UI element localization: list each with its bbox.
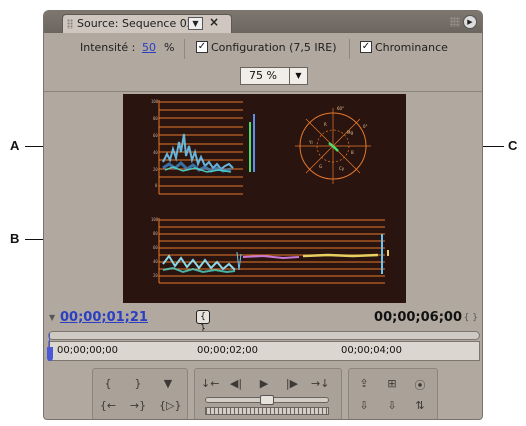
scope-svg: 1008060 40200 RMg BCy GYl 60°0° 1008060 … [123, 94, 406, 303]
svg-text:R: R [324, 122, 327, 127]
scope-display: 100 80 60 40 20 0 R Mg B Cy G Yl 60° 0° … [123, 94, 406, 303]
intensity-unit: % [164, 41, 175, 54]
mark-out-icon[interactable]: } [129, 377, 147, 390]
export-frame-icon[interactable]: ⇪ [355, 377, 373, 390]
source-monitor-panel: Source: Sequence 02 ▼ × ▶ Intensité : 50… [43, 10, 483, 420]
svg-text:0°: 0° [363, 124, 368, 129]
duration-bracket-icon: { } [463, 313, 478, 323]
zoom-select[interactable]: 75 % ▼ [240, 67, 308, 85]
drop-frame-icon[interactable]: { } [196, 310, 210, 334]
svg-text:G: G [319, 164, 322, 169]
svg-text:80: 80 [153, 116, 158, 121]
tab-title: Source: Sequence 02 [77, 17, 194, 30]
current-timecode[interactable]: 00;00;01;21 [60, 310, 148, 325]
svg-text:B: B [351, 150, 354, 155]
playhead[interactable] [47, 333, 53, 363]
step-back-edit-icon[interactable]: ↓← [201, 377, 219, 390]
shuttle-handle[interactable] [260, 395, 274, 405]
intensity-value[interactable]: 50 [142, 41, 156, 54]
svg-text:20: 20 [153, 167, 158, 172]
insert-icon[interactable]: ⇩ [355, 399, 373, 412]
svg-text:Cy: Cy [339, 166, 345, 171]
step-forward-icon[interactable]: |▶ [283, 377, 301, 390]
setup-checkbox[interactable]: ✓ [196, 41, 208, 53]
svg-text:40: 40 [153, 150, 158, 155]
shuttle-slider[interactable] [205, 395, 329, 405]
figure: A B C Source: Sequence 02 ▼ × ▶ Intensit… [0, 0, 526, 426]
chevron-down-icon[interactable]: ▼ [289, 68, 307, 84]
jog-dial[interactable] [205, 407, 329, 415]
overwrite-icon[interactable]: ⇩ [383, 399, 401, 412]
chroma-checkbox[interactable]: ✓ [360, 41, 372, 53]
output-icon[interactable]: ⦿ [411, 377, 429, 393]
marker-icon[interactable]: ▼ [159, 377, 177, 390]
setup-label: Configuration (7,5 IRE) [211, 41, 337, 54]
tab-dropdown-icon[interactable]: ▼ [188, 17, 203, 30]
ruler-label: 00;00;04;00 [341, 345, 403, 356]
panel-menu[interactable]: ▶ [450, 15, 478, 29]
timecode-row: ▼ 00;00;01;21 { } 00;00;06;00 { } [44, 307, 482, 334]
svg-text:Yl: Yl [308, 140, 313, 145]
svg-text:80: 80 [153, 231, 158, 236]
time-ruler[interactable]: 00;00;00;00 00;00;02;00 00;00;04;00 [48, 341, 480, 361]
grip-icon[interactable] [67, 19, 73, 29]
playhead-handle[interactable] [47, 347, 53, 361]
ruler-label: 00;00;02;00 [197, 345, 259, 356]
timecode-menu-icon[interactable]: ▼ [49, 313, 55, 322]
svg-text:60: 60 [153, 245, 158, 250]
tab-source-sequence[interactable]: Source: Sequence 02 ▼ × [62, 14, 232, 33]
separator [349, 39, 350, 59]
svg-text:40: 40 [153, 259, 158, 264]
duration-timecode: 00;00;06;00 [374, 310, 462, 325]
safe-margins-icon[interactable]: ⊞ [383, 377, 401, 390]
scope-settings-row: Intensité : 50 % ✓ Configuration (7,5 IR… [44, 39, 482, 59]
close-icon[interactable]: × [209, 15, 219, 29]
callout-c: C [508, 138, 518, 153]
svg-text:60: 60 [153, 133, 158, 138]
play-icon[interactable]: ▶ [255, 377, 273, 390]
lift-icon[interactable]: ⇅ [411, 399, 429, 412]
callout-a: A [10, 138, 20, 153]
step-forward-edit-icon[interactable]: →↓ [311, 377, 329, 390]
marker-controls: { } ▼ {← →} {▷} [92, 368, 188, 419]
chroma-label: Chrominance [375, 41, 448, 54]
divider [44, 91, 482, 92]
goto-out-icon[interactable]: →} [129, 399, 147, 412]
svg-text:60°: 60° [337, 106, 344, 111]
svg-text:100: 100 [151, 217, 159, 222]
edit-controls: ⇪ ⊞ ⦿ ⇩ ⇩ ⇅ [348, 368, 438, 419]
play-in-out-icon[interactable]: {▷} [159, 399, 181, 412]
zoom-value: 75 % [249, 69, 277, 82]
ruler-label: 00;00;00;00 [57, 345, 119, 356]
zoom-scroll-bar[interactable] [48, 331, 480, 340]
mark-in-icon[interactable]: { [99, 377, 117, 390]
intensity-label: Intensité : [80, 41, 136, 54]
panel-menu-icon[interactable]: ▶ [463, 15, 477, 29]
grip-icon [450, 17, 460, 27]
goto-in-icon[interactable]: {← [99, 399, 117, 412]
svg-text:20: 20 [153, 273, 158, 278]
callout-b: B [10, 231, 20, 246]
step-back-icon[interactable]: ◀| [227, 377, 245, 390]
transport-controls: ↓← ◀| ▶ |▶ →↓ [194, 368, 342, 419]
svg-text:Mg: Mg [347, 130, 353, 135]
svg-text:100: 100 [151, 99, 159, 104]
panel-tab-bar: Source: Sequence 02 ▼ × ▶ [44, 11, 482, 33]
separator [184, 39, 185, 59]
